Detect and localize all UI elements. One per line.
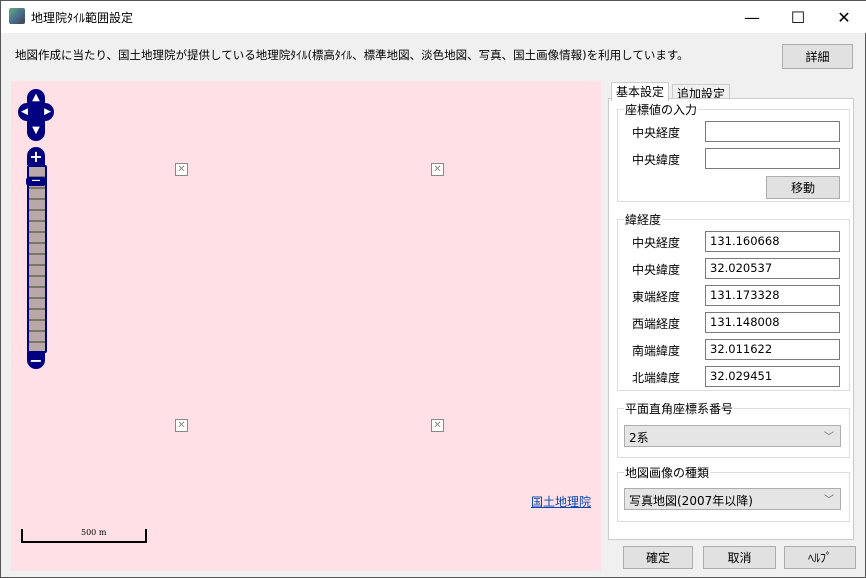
latlon-value-field[interactable]: 131.173328 bbox=[705, 285, 840, 306]
latlon-value-field[interactable]: 131.160668 bbox=[705, 231, 840, 252]
image-type-select[interactable]: 写真地図(2007年以降) ﹀ bbox=[624, 488, 841, 510]
chevron-down-icon: ﹀ bbox=[824, 495, 834, 506]
minimize-button[interactable]: — bbox=[729, 1, 775, 33]
scale-bar: 500 m bbox=[21, 528, 147, 543]
zoom-slider-thumb[interactable]: — bbox=[26, 177, 46, 186]
latlon-label: 中央緯度 bbox=[632, 263, 681, 277]
image-type-group: 地図画像の種類 写真地図(2007年以降) ﹀ bbox=[617, 464, 850, 522]
group-title: 緯経度 bbox=[624, 211, 663, 228]
broken-tile-icon: ✕ bbox=[431, 419, 444, 432]
center-lat-label: 中央緯度 bbox=[632, 153, 681, 167]
center-lat-input[interactable] bbox=[705, 148, 840, 169]
selected-value: 写真地図(2007年以降) bbox=[629, 494, 753, 508]
center-lon-label: 中央経度 bbox=[632, 126, 681, 140]
cancel-button[interactable]: 取消 bbox=[703, 546, 776, 569]
latlon-label: 西端経度 bbox=[632, 317, 681, 331]
settings-panel: 座標値の入力 中央経度 中央緯度 移動 緯経度 中央経度 131.160668 中… bbox=[608, 98, 854, 540]
latlon-group: 緯経度 中央経度 131.160668 中央緯度 32.020537 東端経度 13… bbox=[617, 211, 850, 391]
latlon-label: 南端緯度 bbox=[632, 344, 681, 358]
broken-tile-icon: ✕ bbox=[431, 163, 444, 176]
tab-additional-settings[interactable]: 追加設定 bbox=[672, 84, 731, 101]
coord-input-group: 座標値の入力 中央経度 中央緯度 移動 bbox=[617, 101, 850, 202]
plane-coord-select[interactable]: 2系 ﹀ bbox=[624, 425, 841, 447]
latlon-value-field[interactable]: 32.011622 bbox=[705, 339, 840, 360]
details-button[interactable]: 詳細 bbox=[782, 44, 853, 69]
zoom-out-button[interactable]: − bbox=[27, 351, 45, 370]
latlon-value-field[interactable]: 32.029451 bbox=[705, 366, 840, 387]
app-icon bbox=[9, 8, 25, 24]
map-view[interactable]: ▲ ◀ ▶ ▼ + — − ✕ ✕ ✕ ✕ 国土地理院 500 m bbox=[11, 81, 601, 571]
broken-tile-icon: ✕ bbox=[175, 419, 188, 432]
maximize-button[interactable]: ☐ bbox=[775, 1, 821, 33]
zoom-in-button[interactable]: + bbox=[27, 147, 45, 166]
pan-left-button[interactable]: ◀ bbox=[21, 107, 28, 117]
latlon-label: 北端緯度 bbox=[632, 371, 681, 385]
gsi-attribution-link[interactable]: 国土地理院 bbox=[531, 493, 591, 510]
latlon-value-field[interactable]: 131.148008 bbox=[705, 312, 840, 333]
broken-tile-icon: ✕ bbox=[175, 163, 188, 176]
info-text: 地図作成に当たり、国土地理院が提供している地理院ﾀｲﾙ(標高ﾀｲﾙ、標準地図、淡… bbox=[15, 48, 689, 62]
window-title: 地理院ﾀｲﾙ範囲設定 bbox=[31, 11, 134, 25]
pan-down-button[interactable]: ▼ bbox=[27, 119, 45, 141]
close-button[interactable]: ✕ bbox=[821, 1, 866, 33]
group-title: 平面直角座標系番号 bbox=[624, 400, 735, 417]
latlon-label: 中央経度 bbox=[632, 236, 681, 250]
ok-button[interactable]: 確定 bbox=[623, 546, 693, 569]
center-lon-input[interactable] bbox=[705, 121, 840, 142]
group-title: 座標値の入力 bbox=[624, 101, 699, 118]
title-bar: 地理院ﾀｲﾙ範囲設定 — ☐ ✕ bbox=[1, 1, 866, 33]
selected-value: 2系 bbox=[629, 431, 649, 445]
scale-label: 500 m bbox=[81, 528, 107, 537]
zoom-slider[interactable] bbox=[27, 165, 47, 353]
group-title: 地図画像の種類 bbox=[624, 464, 711, 481]
plane-coord-group: 平面直角座標系番号 2系 ﹀ bbox=[617, 400, 850, 458]
tab-basic-settings[interactable]: 基本設定 bbox=[611, 82, 670, 101]
help-button[interactable]: ﾍﾙﾌﾟ bbox=[784, 546, 856, 569]
pan-right-button[interactable]: ▶ bbox=[44, 107, 51, 117]
latlon-value-field[interactable]: 32.020537 bbox=[705, 258, 840, 279]
chevron-down-icon: ﹀ bbox=[824, 432, 834, 443]
move-button[interactable]: 移動 bbox=[766, 176, 840, 199]
latlon-label: 東端経度 bbox=[632, 290, 681, 304]
